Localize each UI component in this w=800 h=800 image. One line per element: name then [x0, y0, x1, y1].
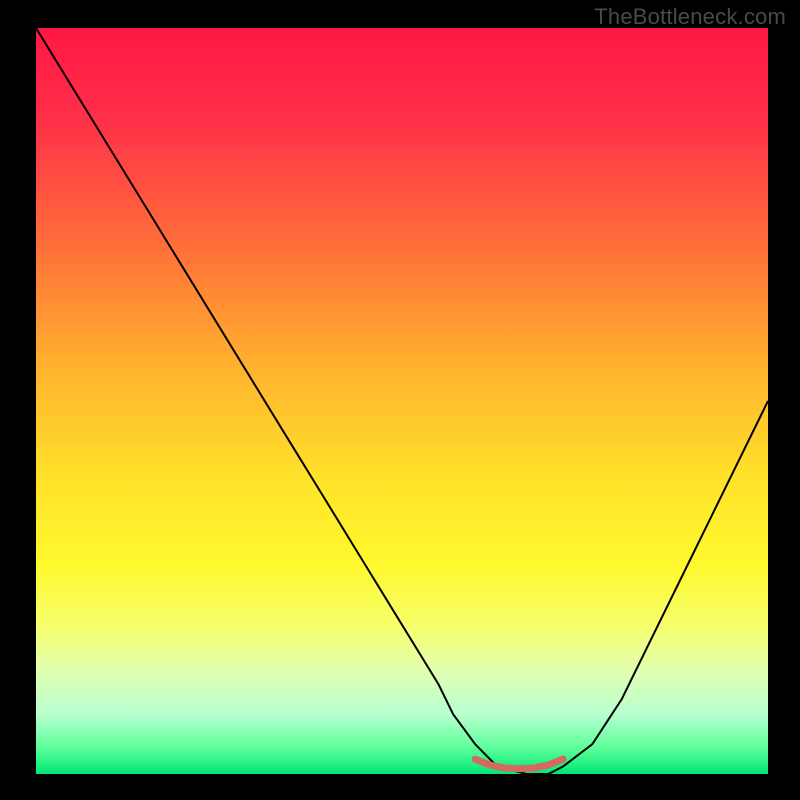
- chart-plot-area: [36, 28, 768, 774]
- chart-svg: [36, 28, 768, 774]
- watermark-label: TheBottleneck.com: [594, 4, 786, 30]
- chart-background: [36, 28, 768, 774]
- app-frame: TheBottleneck.com: [0, 0, 800, 800]
